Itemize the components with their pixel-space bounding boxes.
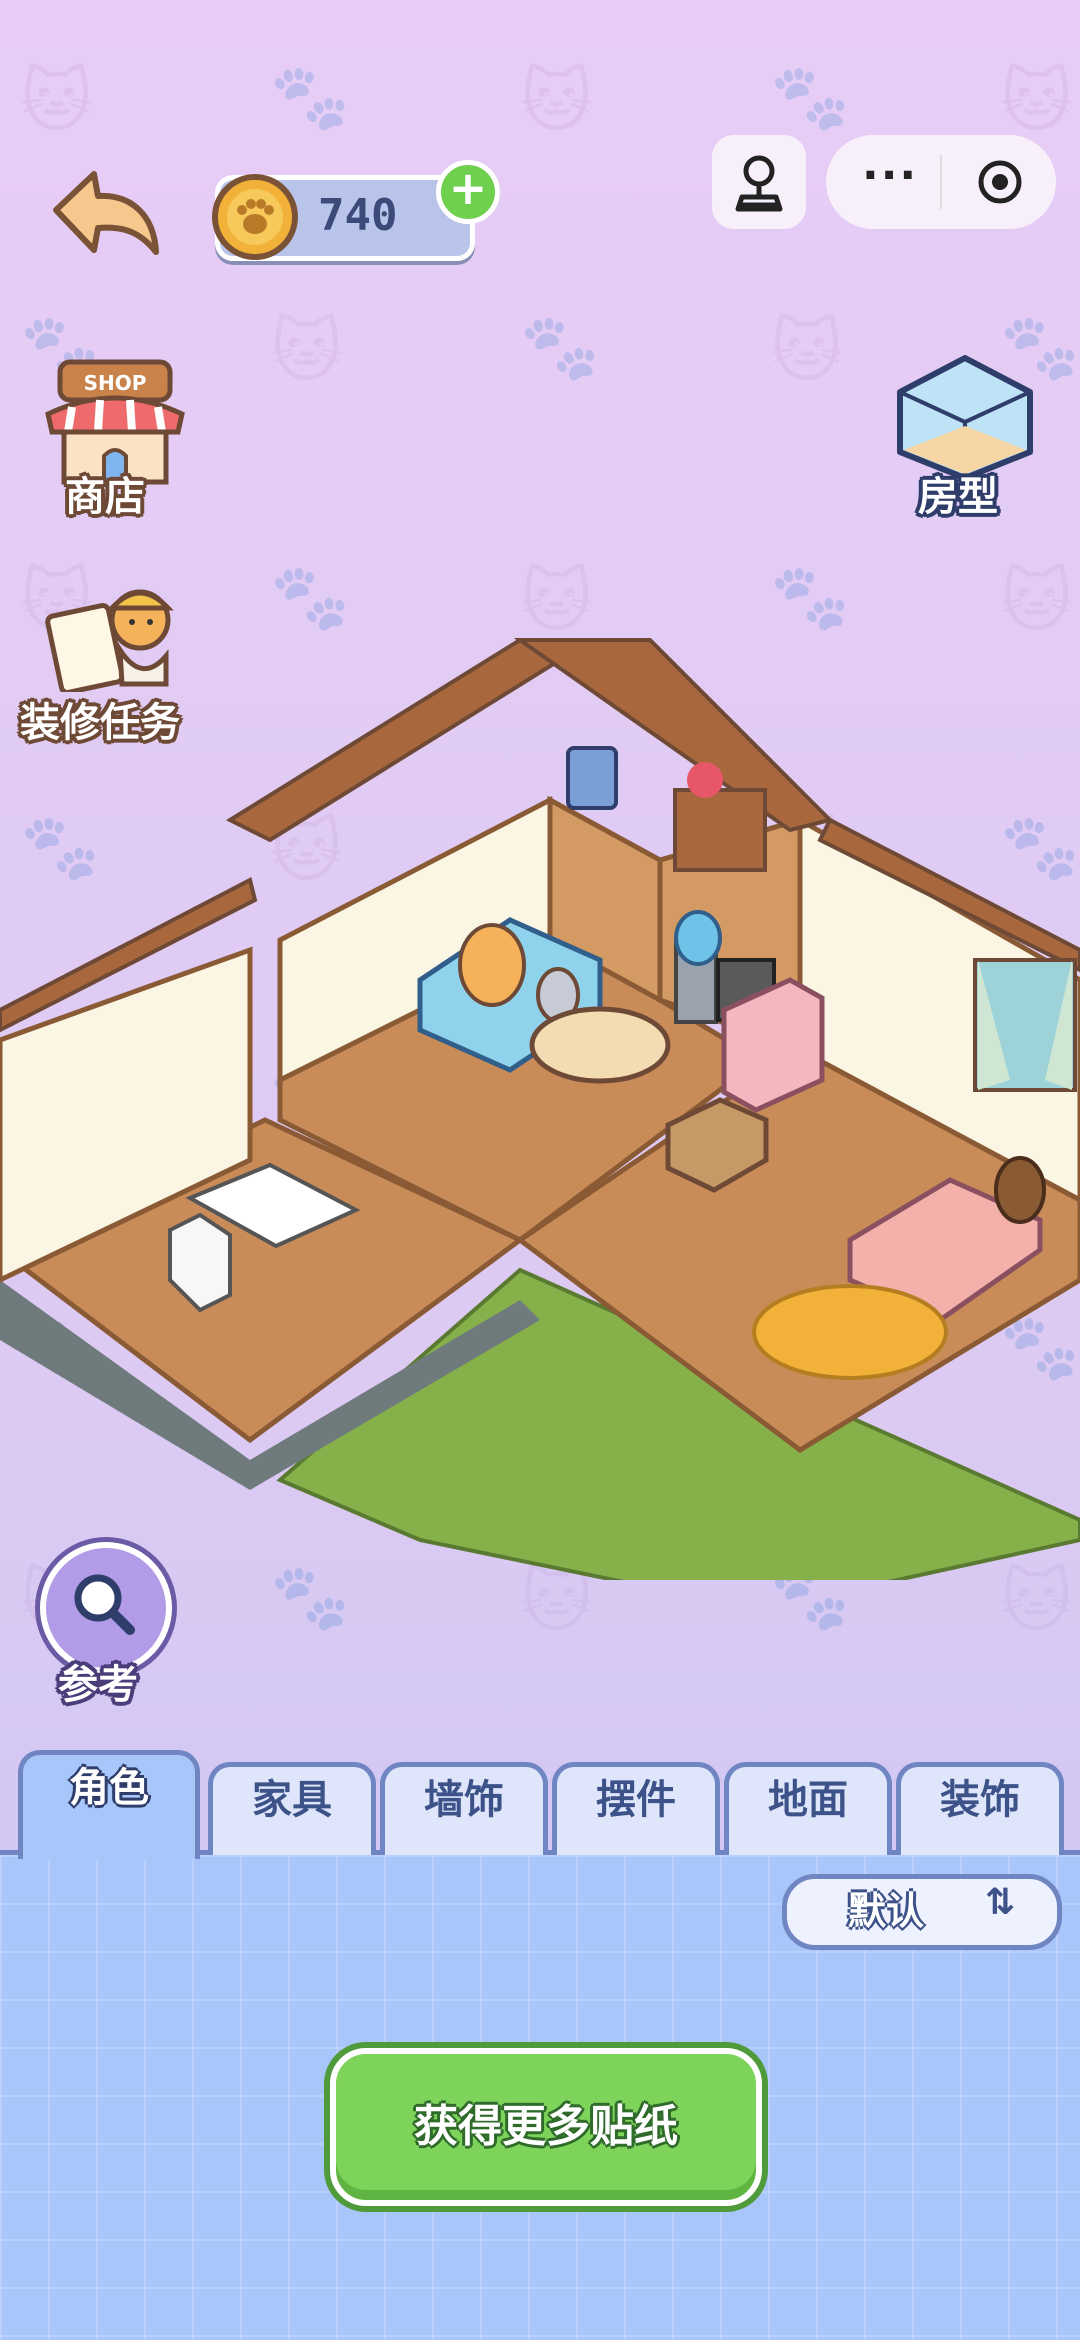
flower-pot[interactable] xyxy=(687,762,723,798)
tab-characters[interactable]: 角色 xyxy=(18,1750,200,1859)
room-cube-icon xyxy=(897,355,1033,481)
user-button[interactable] xyxy=(712,135,806,229)
paw-pattern-icon: 🐾 xyxy=(770,61,850,135)
shop-sign-text: SHOP xyxy=(84,371,147,395)
sort-arrows-icon: ⇅ xyxy=(985,1882,1016,1923)
cat-face-pattern-icon: 🐱 xyxy=(1000,60,1073,142)
back-arrow-icon xyxy=(53,171,159,255)
middle-beam xyxy=(225,637,565,843)
tab-wall-decor[interactable]: 墙饰 xyxy=(380,1762,548,1855)
coffee-table[interactable] xyxy=(529,1006,671,1084)
room-type-button[interactable]: 房型 xyxy=(890,352,1060,522)
wall-shelf[interactable] xyxy=(673,788,767,872)
paw-pattern-icon: 🐾 xyxy=(520,311,600,385)
sort-label: 默认 xyxy=(848,1889,925,1933)
more-button[interactable]: ··· xyxy=(862,150,918,201)
game-screen: { "hud": { "coins": "740", "add_coin_sym… xyxy=(0,0,1080,2340)
paw-coin-icon xyxy=(210,172,300,262)
water-bottle xyxy=(674,910,722,966)
joystick-icon xyxy=(735,155,783,212)
tab-furniture[interactable]: 家具 xyxy=(208,1762,376,1855)
room-type-label: 房型 xyxy=(918,474,998,520)
back-button[interactable] xyxy=(36,160,166,270)
capsule-divider xyxy=(940,155,942,209)
cat-face-pattern-icon: 🐱 xyxy=(270,310,343,392)
get-more-stickers-label: 获得更多贴纸 xyxy=(414,2101,678,2152)
yellow-rug[interactable] xyxy=(752,1284,948,1380)
close-target-button[interactable] xyxy=(975,157,1025,207)
shop-label: 商店 xyxy=(65,474,145,520)
paw-pattern-icon: 🐾 xyxy=(270,61,350,135)
add-coins-button[interactable]: + xyxy=(436,160,500,224)
orange-cat[interactable] xyxy=(458,923,526,1007)
tab-floor[interactable]: 地面 xyxy=(724,1762,892,1855)
wall-clock[interactable] xyxy=(566,746,618,810)
target-icon xyxy=(978,160,1022,204)
reference-label: 参考 xyxy=(58,1662,138,1708)
room-scene[interactable] xyxy=(0,620,1080,1580)
cat-face-pattern-icon: 🐱 xyxy=(520,60,593,142)
teddy-bear[interactable] xyxy=(994,1156,1046,1224)
cat-face-pattern-icon: 🐱 xyxy=(770,310,843,392)
cat-face-pattern-icon: 🐱 xyxy=(20,60,93,142)
shop-button[interactable]: SHOP 商店 xyxy=(30,352,200,522)
coin-amount: 740 xyxy=(318,190,398,241)
tab-ornaments[interactable]: 摆件 xyxy=(552,1762,720,1855)
tab-decoration[interactable]: 装饰 xyxy=(896,1762,1064,1855)
